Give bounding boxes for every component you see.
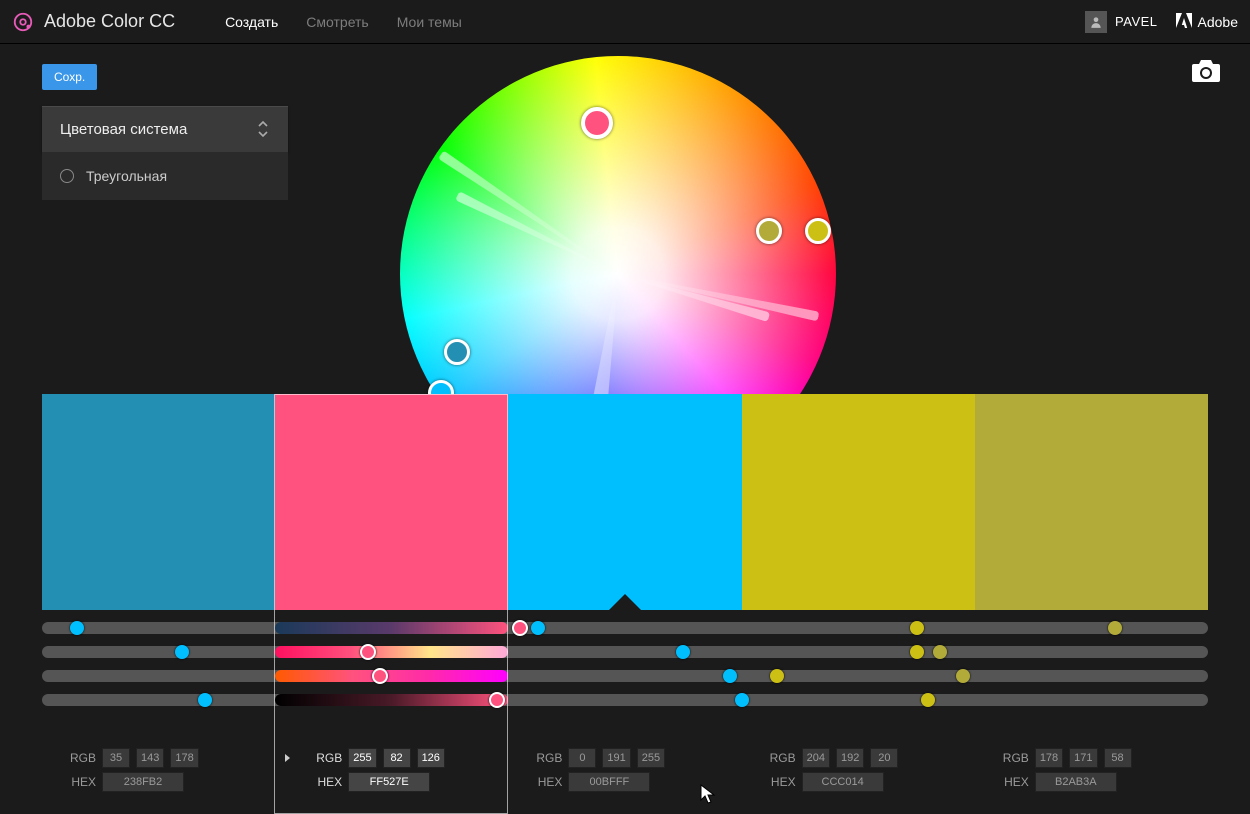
- rgb-cell[interactable]: 58: [1104, 748, 1132, 768]
- camera-icon[interactable]: [1190, 58, 1222, 89]
- slider-thumb[interactable]: [360, 644, 376, 660]
- user-avatar-icon: [1085, 11, 1107, 33]
- hex-cell[interactable]: B2AB3A: [1035, 772, 1117, 792]
- rgb-cell[interactable]: 143: [136, 748, 164, 768]
- rgb-cell[interactable]: 192: [836, 748, 864, 768]
- hex-label: HEX: [985, 775, 1029, 789]
- value-column: RGB 35 143 178 HEX 238FB2: [42, 744, 275, 796]
- app-title: Adobe Color CC: [44, 11, 175, 32]
- slider-thumb[interactable]: [175, 645, 189, 659]
- rgb-label: RGB: [518, 751, 562, 765]
- triangle-right-icon: [285, 754, 290, 762]
- hex-cell[interactable]: 238FB2: [102, 772, 184, 792]
- main-canvas: Сохр. Цветовая система Треугольная RGB 35…: [0, 44, 1250, 814]
- chevron-updown-icon: [256, 120, 270, 138]
- rgb-cell[interactable]: 82: [383, 748, 411, 768]
- slider-thumb[interactable]: [531, 621, 545, 635]
- save-button[interactable]: Сохр.: [42, 64, 97, 90]
- slider-thumb[interactable]: [512, 620, 528, 636]
- value-column: RGB 255 82 126 HEX FF527E: [275, 744, 508, 796]
- slider-thumb[interactable]: [770, 669, 784, 683]
- user-name: PAVEL: [1115, 14, 1157, 29]
- sidebar-heading[interactable]: Цветовая система: [42, 106, 288, 152]
- rgb-label: RGB: [298, 751, 342, 765]
- swatch[interactable]: [508, 394, 741, 610]
- cursor-icon: [700, 784, 716, 809]
- rgb-cell[interactable]: 191: [602, 748, 630, 768]
- header-tabs: Создать Смотреть Мои темы: [225, 14, 462, 30]
- slider-thumb[interactable]: [1108, 621, 1122, 635]
- value-column: RGB 204 192 20 HEX CCC014: [742, 744, 975, 796]
- slider-thumb[interactable]: [372, 668, 388, 684]
- slider-row[interactable]: [42, 670, 1208, 682]
- sliders-panel: [42, 622, 1208, 718]
- slider-thumb[interactable]: [735, 693, 749, 707]
- slider-thumb[interactable]: [723, 669, 737, 683]
- hex-cell[interactable]: 00BFFF: [568, 772, 650, 792]
- hex-label: HEX: [52, 775, 96, 789]
- tab-explore[interactable]: Смотреть: [306, 14, 368, 30]
- hex-label: HEX: [752, 775, 796, 789]
- slider-row[interactable]: [42, 694, 1208, 706]
- rgb-cell[interactable]: 20: [870, 748, 898, 768]
- adobe-label: Adobe: [1198, 14, 1238, 30]
- rgb-cell[interactable]: 171: [1069, 748, 1097, 768]
- slider-thumb[interactable]: [910, 621, 924, 635]
- sidebar-heading-label: Цветовая система: [60, 121, 187, 138]
- swatch[interactable]: [275, 394, 508, 610]
- sidebar-rule-option[interactable]: Треугольная: [42, 152, 288, 200]
- swatch[interactable]: [975, 394, 1208, 610]
- wheel-marker[interactable]: [756, 218, 782, 244]
- value-column: RGB 178 171 58 HEX B2AB3A: [975, 744, 1208, 796]
- adobe-a-icon: [1176, 13, 1192, 31]
- app-header: Adobe Color CC Создать Смотреть Мои темы…: [0, 0, 1250, 44]
- rule-label: Треугольная: [86, 168, 167, 184]
- rgb-cell[interactable]: 255: [348, 748, 376, 768]
- radio-icon: [60, 169, 74, 183]
- tab-mythemes[interactable]: Мои темы: [397, 14, 462, 30]
- rgb-cell[interactable]: 204: [802, 748, 830, 768]
- rgb-cell[interactable]: 178: [1035, 748, 1063, 768]
- slider-thumb[interactable]: [933, 645, 947, 659]
- color-wheel-icon: [12, 11, 34, 33]
- slider-thumb[interactable]: [956, 669, 970, 683]
- tab-create[interactable]: Создать: [225, 14, 278, 30]
- slider-thumb[interactable]: [489, 692, 505, 708]
- swatch[interactable]: [742, 394, 975, 610]
- slider-thumb[interactable]: [921, 693, 935, 707]
- swatch[interactable]: [42, 394, 275, 610]
- adobe-link[interactable]: Adobe: [1176, 13, 1238, 31]
- rule-sidebar: Цветовая система Треугольная: [42, 106, 288, 200]
- slider-thumb[interactable]: [198, 693, 212, 707]
- rgb-label: RGB: [985, 751, 1029, 765]
- wheel-marker[interactable]: [805, 218, 831, 244]
- wheel-marker[interactable]: [444, 339, 470, 365]
- rgb-cell[interactable]: 255: [637, 748, 665, 768]
- slider-thumb[interactable]: [676, 645, 690, 659]
- user-menu[interactable]: PAVEL: [1085, 11, 1157, 33]
- rgb-cell[interactable]: 126: [417, 748, 445, 768]
- rgb-label: RGB: [52, 751, 96, 765]
- app-logo: Adobe Color CC: [12, 11, 175, 33]
- rgb-cell[interactable]: 178: [170, 748, 198, 768]
- slider-row[interactable]: [42, 622, 1208, 634]
- rgb-label: RGB: [752, 751, 796, 765]
- slider-thumb[interactable]: [70, 621, 84, 635]
- hex-label: HEX: [298, 775, 342, 789]
- slider-thumb[interactable]: [910, 645, 924, 659]
- rgb-cell[interactable]: 35: [102, 748, 130, 768]
- hex-label: HEX: [518, 775, 562, 789]
- wheel-marker[interactable]: [581, 107, 613, 139]
- hex-cell[interactable]: CCC014: [802, 772, 884, 792]
- values-row: RGB 35 143 178 HEX 238FB2 RGB 255 82 126 HEX FF527E…: [42, 744, 1208, 796]
- swatch-row: [42, 394, 1208, 610]
- slider-row[interactable]: [42, 646, 1208, 658]
- rgb-cell[interactable]: 0: [568, 748, 596, 768]
- hex-cell[interactable]: FF527E: [348, 772, 430, 792]
